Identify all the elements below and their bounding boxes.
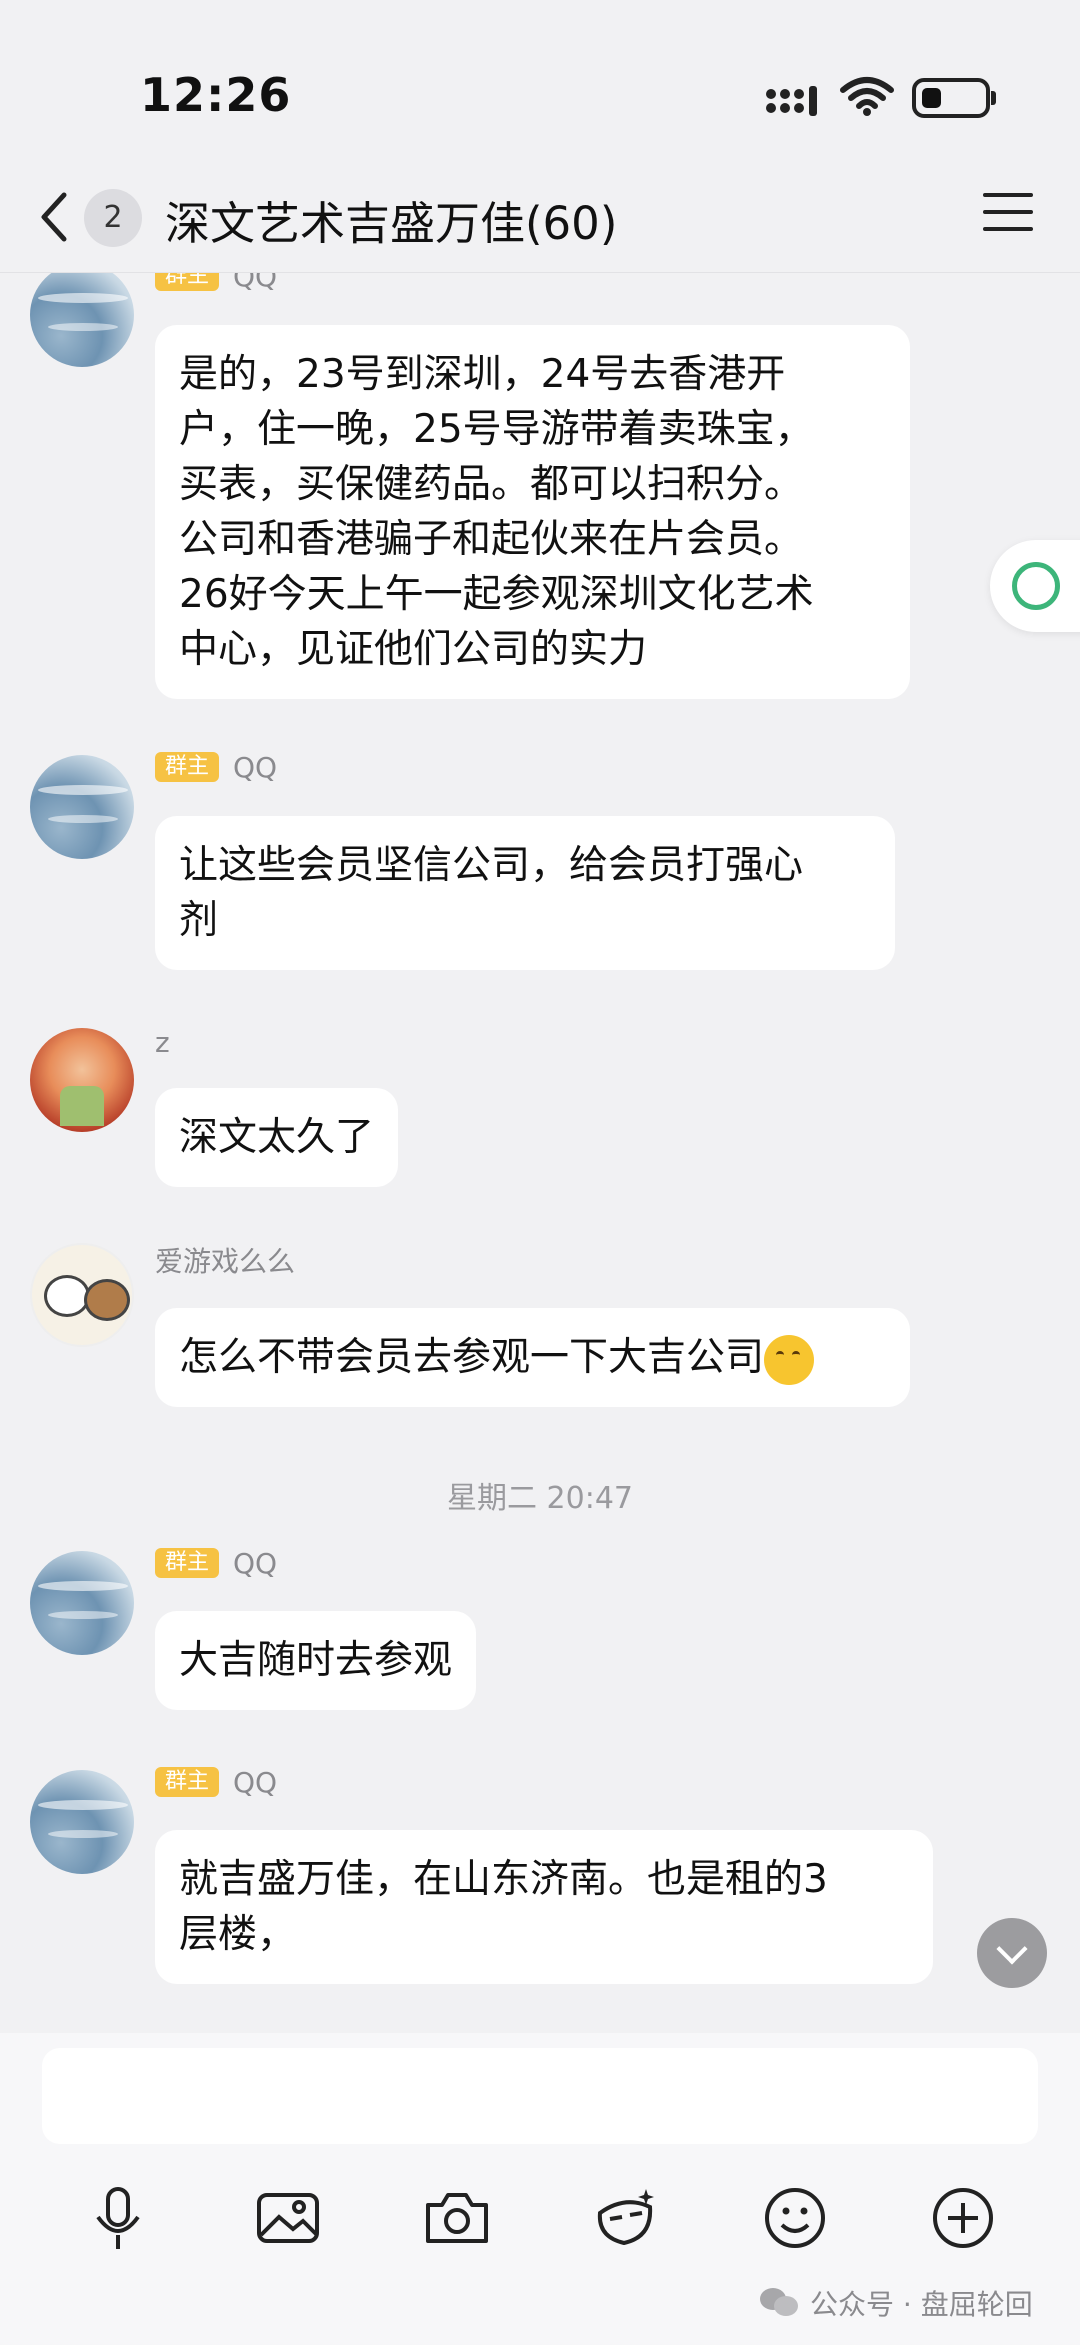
sticker-icon[interactable] [590, 2183, 660, 2253]
sender-row: 群主 QQ [155, 1546, 277, 1580]
message-bubble[interactable]: 让这些会员坚信公司，给会员打强心 剂 [155, 816, 895, 970]
message-line: 就吉盛万佳，在山东济南。也是租的3 [179, 1857, 828, 1902]
sender-row: 群主 QQ [155, 273, 277, 293]
sender-avatar[interactable] [30, 1243, 134, 1347]
message-line: 层楼， [179, 1912, 297, 1957]
status-time: 12:26 [140, 68, 292, 122]
message-line: 怎么不带会员去参观一下大吉公司 [179, 1335, 765, 1380]
message-line: 大吉随时去参观 [179, 1638, 453, 1683]
message-bubble[interactable]: 是的，23号到深圳，24号去香港开 户，住一晚，25号导游带着卖珠宝， 买表，买… [155, 325, 910, 699]
chat-header: 2 深文艺术吉盛万佳(60) [0, 175, 1080, 270]
message-input[interactable] [42, 2048, 1038, 2144]
sender-row: 群主 QQ [155, 1765, 277, 1799]
sender-name: QQ [233, 1765, 278, 1799]
message-bubble[interactable]: 深文太久了 [155, 1088, 399, 1187]
message-line: 是的，23号到深圳，24号去香港开 [179, 352, 786, 397]
battery-level [922, 88, 941, 108]
group-owner-badge: 群主 [155, 273, 220, 291]
message-bubble[interactable]: 就吉盛万佳，在山东济南。也是租的3 层楼， [155, 1830, 933, 1984]
sender-row: z [155, 1025, 170, 1059]
cellular-signal-icon [766, 86, 817, 116]
message-line: 买表，买保健药品。都可以扫积分。 [179, 462, 804, 507]
app-logo-icon [1012, 562, 1060, 610]
sender-name: 爱游戏么么 [155, 1245, 296, 1278]
message-line: 中心，见证他们公司的实力 [179, 627, 648, 672]
camera-icon[interactable] [422, 2183, 492, 2253]
message-line: 深文太久了 [179, 1115, 375, 1160]
message-line: 公司和香港骗子和起伙来在片会员。 [179, 517, 804, 562]
floating-side-button[interactable] [990, 540, 1080, 632]
message-line: 26好今天上午一起参观深圳文化艺术 [179, 572, 814, 617]
sender-avatar[interactable] [30, 273, 134, 367]
sender-name: QQ [233, 273, 278, 293]
group-owner-badge: 群主 [155, 1767, 220, 1797]
message-line: 剂 [179, 898, 219, 943]
emoji-icon[interactable] [760, 2183, 830, 2253]
status-bar: 12:26 [0, 0, 1080, 175]
sender-row: 爱游戏么么 [155, 1243, 296, 1278]
battery-icon [912, 78, 996, 118]
sender-avatar[interactable] [30, 755, 134, 859]
watermark-text: 公众号 · 盘屈轮回 [810, 2288, 1033, 2321]
sender-name: QQ [233, 1546, 278, 1580]
scroll-to-bottom-button[interactable] [977, 1918, 1047, 1988]
group-owner-badge: 群主 [155, 752, 220, 782]
sender-avatar[interactable] [30, 1028, 134, 1132]
message-bubble[interactable]: 大吉随时去参观 [155, 1611, 477, 1710]
input-toolbar [0, 2183, 1080, 2283]
message-line: 户，住一晚，25号导游带着卖珠宝， [179, 407, 814, 452]
message-list[interactable]: 群主 QQ 是的，23号到深圳，24号去香港开 户，住一晚，25号导游带着卖珠宝… [0, 273, 1080, 2033]
group-owner-badge: 群主 [155, 1548, 220, 1578]
plus-icon[interactable] [928, 2183, 998, 2253]
wechat-icon [760, 2288, 800, 2318]
hamburger-menu-icon[interactable] [983, 193, 1033, 237]
sender-row: 群主 QQ [155, 750, 277, 784]
chat-title: 深文艺术吉盛万佳(60) [165, 197, 618, 250]
sender-avatar[interactable] [30, 1551, 134, 1655]
message-timestamp: 星期二 20:47 [447, 1481, 633, 1516]
sender-name: QQ [233, 750, 278, 784]
message-bubble[interactable]: 怎么不带会员去参观一下大吉公司 [155, 1308, 910, 1407]
wifi-icon [840, 77, 894, 116]
grinning-face-emoji [764, 1334, 815, 1385]
chevron-left-icon[interactable] [34, 187, 74, 247]
unread-count-badge[interactable]: 2 [84, 189, 142, 247]
image-icon[interactable] [253, 2183, 323, 2253]
watermark: 公众号 · 盘屈轮回 [760, 2283, 1033, 2323]
microphone-icon[interactable] [83, 2183, 153, 2253]
sender-avatar[interactable] [30, 1770, 134, 1874]
message-line: 让这些会员坚信公司，给会员打强心 [179, 843, 804, 888]
sender-name: z [155, 1025, 170, 1059]
